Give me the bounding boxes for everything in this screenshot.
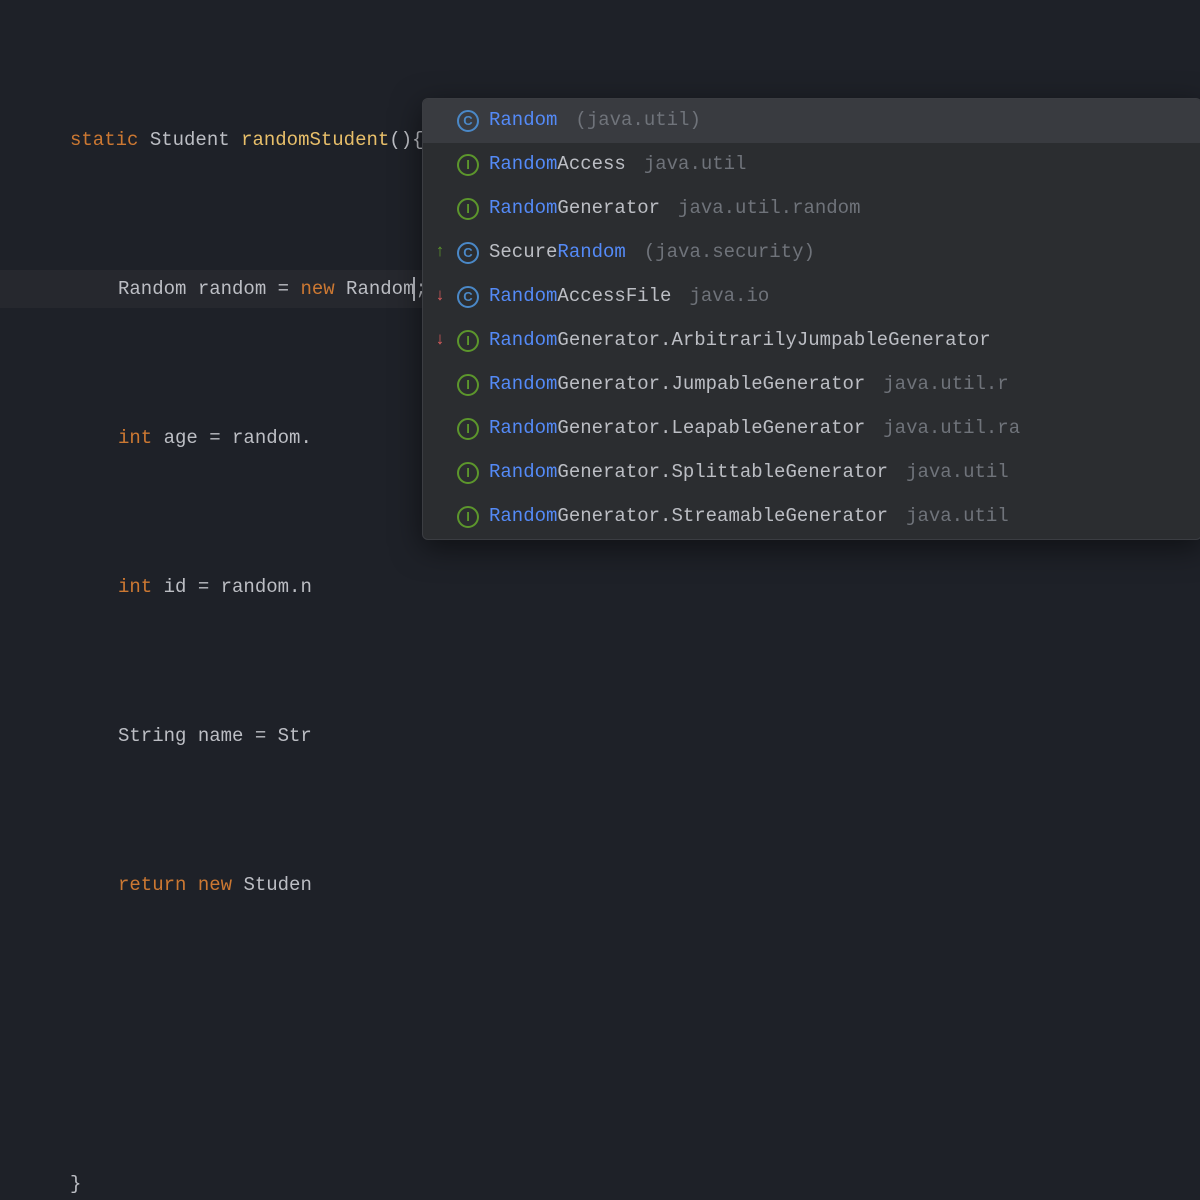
keyword: int	[118, 569, 152, 606]
autocomplete-item-name: RandomAccessFile	[489, 278, 671, 315]
autocomplete-item[interactable]: C Random java.util	[423, 99, 1200, 143]
keyword: static	[70, 122, 138, 159]
interface-icon: I	[457, 374, 479, 396]
autocomplete-item-package: java.util	[906, 498, 1009, 535]
autocomplete-item[interactable]: ↓ C RandomAccessFile java.io	[423, 275, 1200, 319]
autocomplete-item[interactable]: ↓ I RandomGenerator.ArbitrarilyJumpableGen…	[423, 319, 1200, 363]
arrow-down-icon: ↓	[433, 324, 447, 357]
autocomplete-item-name: RandomAccess	[489, 146, 626, 183]
autocomplete-item[interactable]: I RandomGenerator java.util.random	[423, 187, 1200, 231]
method-name: randomStudent	[241, 122, 389, 159]
autocomplete-item-name: RandomGenerator.LeapableGenerator	[489, 410, 865, 447]
keyword: new	[300, 271, 334, 308]
autocomplete-item-name: Random	[489, 102, 557, 139]
interface-icon: I	[457, 462, 479, 484]
interface-icon: I	[457, 506, 479, 528]
interface-icon: I	[457, 198, 479, 220]
class-icon: C	[457, 286, 479, 308]
code-line: return new Studen	[0, 867, 1200, 905]
autocomplete-item-name: RandomGenerator.StreamableGenerator	[489, 498, 888, 535]
code-line: }	[0, 1165, 1200, 1200]
autocomplete-item-package: java.security	[644, 234, 815, 271]
autocomplete-item-package: java.util	[644, 146, 747, 183]
autocomplete-item[interactable]: I RandomGenerator.StreamableGenerator java…	[423, 495, 1200, 539]
code-line: String name = Str	[0, 718, 1200, 756]
autocomplete-item-name: RandomGenerator.ArbitrarilyJumpableGener…	[489, 322, 991, 359]
code-text: age = random.	[152, 420, 312, 457]
autocomplete-item[interactable]: I RandomGenerator.JumpableGenerator java.u…	[423, 363, 1200, 407]
autocomplete-item-package: java.io	[689, 278, 769, 315]
arrow-down-icon: ↓	[433, 280, 447, 313]
code-text: Random random =	[118, 271, 300, 308]
autocomplete-item-package: java.util.ra	[883, 410, 1020, 447]
autocomplete-item[interactable]: I RandomAccess java.util	[423, 143, 1200, 187]
autocomplete-item-package: java.util	[575, 102, 700, 139]
autocomplete-item[interactable]: I RandomGenerator.LeapableGenerator java.u…	[423, 407, 1200, 451]
keyword: new	[198, 867, 232, 904]
autocomplete-item-name: RandomGenerator.SplittableGenerator	[489, 454, 888, 491]
autocomplete-item-name: RandomGenerator.JumpableGenerator	[489, 366, 865, 403]
code-text	[186, 867, 197, 904]
keyword: return	[118, 867, 186, 904]
code-line	[0, 1016, 1200, 1054]
autocomplete-item-package: java.util.r	[883, 366, 1008, 403]
keyword: int	[118, 420, 152, 457]
autocomplete-item[interactable]: ↑ C SecureRandom java.security	[423, 231, 1200, 275]
autocomplete-item-package: java.util.random	[678, 190, 860, 227]
type: Student	[150, 122, 230, 159]
autocomplete-popup[interactable]: CRandomjava.utilIRandomAccessjava.utilIR…	[422, 98, 1200, 540]
arrow-up-icon: ↑	[433, 236, 447, 269]
autocomplete-item[interactable]: I RandomGenerator.SplittableGenerator java…	[423, 451, 1200, 495]
interface-icon: I	[457, 154, 479, 176]
code-text: Random	[335, 271, 415, 308]
code-text: String name = Str	[118, 718, 312, 755]
punctuation: (){	[389, 122, 423, 159]
punctuation: }	[70, 1166, 81, 1200]
autocomplete-item-package: java.util	[906, 454, 1009, 491]
autocomplete-item-name: SecureRandom	[489, 234, 626, 271]
code-text: id = random.n	[152, 569, 312, 606]
interface-icon: I	[457, 330, 479, 352]
class-icon: C	[457, 110, 479, 132]
code-text: Studen	[232, 867, 312, 904]
class-icon: C	[457, 242, 479, 264]
interface-icon: I	[457, 418, 479, 440]
code-line: int id = random.n	[0, 569, 1200, 607]
autocomplete-item-name: RandomGenerator	[489, 190, 660, 227]
